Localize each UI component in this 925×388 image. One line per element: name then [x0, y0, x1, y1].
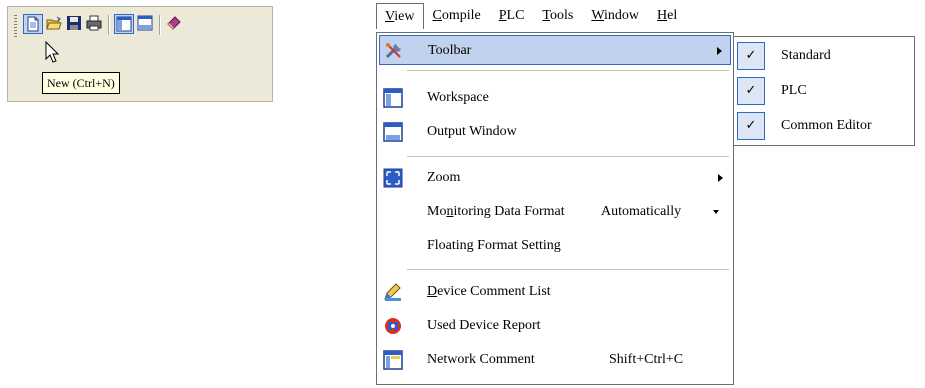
menu-help-mnemonic: H: [657, 8, 668, 23]
save-button[interactable]: [65, 14, 85, 34]
menu-view-label: iew: [394, 9, 415, 24]
menu-item-workspace[interactable]: Workspace: [379, 83, 731, 113]
submenu-item-plc-label: PLC: [781, 83, 807, 98]
menu-view[interactable]: View: [376, 3, 424, 29]
menu-item-used-device-report[interactable]: Used Device Report: [379, 311, 731, 341]
menu-help-label: el: [667, 8, 678, 23]
menu-item-floating-format-label: Floating Format Setting: [427, 238, 561, 253]
tooltip-new: New (Ctrl+N): [42, 72, 120, 94]
monitoring-format-value: Automatically: [601, 204, 682, 219]
monitoring-label-part: Mo: [427, 204, 447, 219]
menu-item-toolbar[interactable]: Toolbar: [379, 35, 731, 65]
menu-item-network-comment[interactable]: Network Comment Shift+Ctrl+C: [379, 345, 731, 375]
new-file-button[interactable]: [23, 14, 43, 34]
save-icon: [67, 16, 81, 30]
print-button[interactable]: [85, 14, 105, 34]
dropdown-arrow-icon: [713, 210, 719, 214]
checkmark-icon: ✓: [737, 42, 765, 70]
mouse-pointer-icon: [45, 41, 59, 63]
device-comment-label-part: evice Comment List: [437, 284, 551, 299]
menu-plc[interactable]: PLC: [490, 3, 534, 29]
toolbar-separator: [108, 15, 110, 35]
view-menu-dropdown: Toolbar Workspace Output Window Zoom Mon…: [376, 32, 734, 385]
menu-item-floating-format-setting[interactable]: Floating Format Setting: [379, 231, 731, 261]
menu-separator: [407, 269, 729, 270]
submenu-item-standard-label: Standard: [781, 48, 831, 63]
print-icon: [86, 15, 102, 31]
submenu-arrow-icon: [717, 47, 722, 55]
menu-compile[interactable]: Compile: [424, 3, 490, 29]
submenu-item-common-editor[interactable]: ✓ Common Editor: [735, 109, 913, 143]
menu-help[interactable]: Hel: [648, 3, 686, 29]
tools-icon: [385, 43, 401, 59]
menu-item-network-comment-label: Network Comment: [427, 352, 535, 367]
open-button[interactable]: [45, 14, 65, 34]
help-book-button[interactable]: [165, 14, 185, 34]
menu-tools[interactable]: Tools: [533, 3, 582, 29]
menu-item-workspace-label: Workspace: [427, 90, 489, 105]
monitoring-data-format-label: Monitoring Data Format: [427, 197, 565, 227]
menu-compile-label: ompile: [441, 8, 481, 23]
checkmark-icon: ✓: [737, 112, 765, 140]
monitoring-label-part: itoring Data Format: [453, 204, 565, 219]
submenu-arrow-icon: [718, 174, 723, 182]
menu-separator: [407, 70, 729, 71]
menu-item-zoom-label: Zoom: [427, 170, 461, 185]
toolbar-grip[interactable]: [14, 15, 17, 37]
standard-toolbar: New (Ctrl+N): [7, 6, 273, 102]
menu-window-label: indow: [604, 8, 639, 23]
menu-item-used-device-report-label: Used Device Report: [427, 318, 541, 333]
menu-tools-label: ools: [550, 8, 574, 23]
menu-item-output-window[interactable]: Output Window: [379, 117, 731, 147]
network-comment-icon: [383, 350, 403, 370]
workspace-icon: [116, 16, 132, 32]
menu-window[interactable]: Window: [582, 3, 648, 29]
checkmark-icon: ✓: [737, 77, 765, 105]
network-comment-shortcut: Shift+Ctrl+C: [609, 352, 684, 367]
open-folder-icon: [46, 16, 62, 30]
book-icon: [167, 16, 181, 30]
device-report-icon: [385, 318, 401, 334]
menu-window-mnemonic: W: [591, 8, 604, 23]
workspace-toggle-button[interactable]: [114, 14, 134, 34]
menu-item-toolbar-label: Toolbar: [428, 43, 472, 58]
menu-compile-mnemonic: C: [432, 8, 442, 23]
new-file-icon: [27, 16, 39, 32]
output-window-icon: [137, 15, 153, 31]
menu-plc-label: LC: [506, 8, 525, 23]
menu-plc-mnemonic: P: [498, 8, 507, 23]
menu-tools-mnemonic: T: [542, 8, 550, 23]
menu-item-device-comment-list[interactable]: Device Comment List: [379, 277, 731, 307]
menu-item-device-comment-label: Device Comment List: [427, 277, 551, 307]
menu-view-mnemonic: V: [385, 9, 395, 24]
submenu-item-plc[interactable]: ✓ PLC: [735, 74, 913, 108]
output-window-toggle-button[interactable]: [136, 14, 156, 34]
monitoring-format-select[interactable]: Automatically: [599, 201, 725, 223]
menu-item-output-window-label: Output Window: [427, 124, 517, 139]
menu-bar: View Compile PLC Tools Window Hel: [376, 3, 736, 29]
workspace-icon: [383, 88, 403, 108]
output-window-icon: [383, 122, 403, 142]
toolbar-separator: [159, 15, 161, 35]
menu-item-zoom[interactable]: Zoom: [379, 163, 731, 193]
edit-comment-icon: [384, 283, 401, 301]
submenu-item-standard[interactable]: ✓ Standard: [735, 39, 913, 73]
menu-separator: [407, 156, 729, 157]
toolbar-submenu: ✓ Standard ✓ PLC ✓ Common Editor: [733, 36, 915, 146]
zoom-icon: [383, 168, 403, 188]
menu-item-monitoring-data-format[interactable]: Monitoring Data Format Automatically: [379, 197, 731, 227]
submenu-item-common-editor-label: Common Editor: [781, 118, 872, 133]
device-comment-mnemonic: D: [427, 284, 438, 299]
